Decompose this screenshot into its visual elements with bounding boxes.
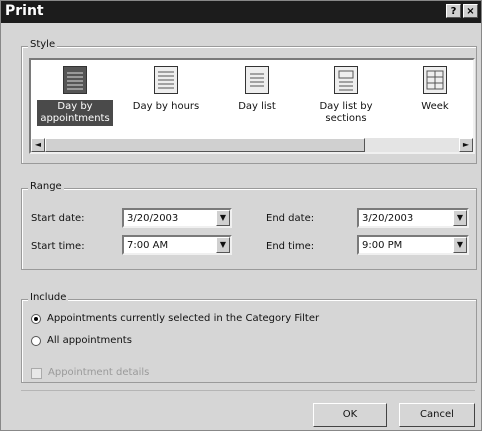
- scroll-thumb[interactable]: [45, 138, 365, 152]
- radio-button-icon[interactable]: [31, 314, 41, 324]
- style-item-day-list[interactable]: Day list: [227, 66, 287, 114]
- style-group-label: Style: [28, 39, 58, 50]
- chevron-down-icon[interactable]: ▼: [453, 237, 467, 253]
- range-group: Range: [21, 181, 477, 270]
- appointment-details-label: Appointment details: [48, 367, 150, 378]
- style-item-label: Day list by sections: [319, 101, 373, 124]
- end-date-label: End date:: [266, 213, 315, 224]
- range-group-label: Range: [28, 181, 64, 192]
- chevron-down-icon[interactable]: ▼: [216, 237, 230, 253]
- cancel-button[interactable]: Cancel: [399, 403, 475, 427]
- title-bar[interactable]: Print ? ×: [1, 1, 481, 23]
- ok-button[interactable]: OK: [313, 403, 387, 427]
- include-group-label: Include: [28, 292, 69, 303]
- week-icon: [423, 66, 447, 94]
- start-date-field[interactable]: 3/20/2003 ▼: [122, 208, 232, 228]
- style-list[interactable]: Day by appointments Day by hours Day lis…: [29, 58, 475, 154]
- end-time-field[interactable]: 9:00 PM ▼: [357, 235, 469, 255]
- style-scrollbar[interactable]: ◄ ►: [31, 138, 473, 152]
- style-item-week[interactable]: Week: [407, 66, 463, 114]
- close-button[interactable]: ×: [463, 4, 478, 18]
- radio-button-icon[interactable]: [31, 336, 41, 346]
- end-time-value: 9:00 PM: [362, 240, 403, 251]
- day-by-appointments-icon: [63, 66, 87, 94]
- style-item-label: Day list: [238, 101, 276, 112]
- start-time-label: Start time:: [31, 241, 85, 252]
- radio-label: All appointments: [47, 335, 132, 346]
- style-item-label: Week: [421, 101, 449, 112]
- style-item-day-by-appointments[interactable]: Day by appointments: [37, 66, 113, 126]
- start-time-field[interactable]: 7:00 AM ▼: [122, 235, 232, 255]
- chevron-down-icon[interactable]: ▼: [453, 210, 467, 226]
- end-date-field[interactable]: 3/20/2003 ▼: [357, 208, 469, 228]
- start-date-value: 3/20/2003: [127, 213, 179, 224]
- end-date-value: 3/20/2003: [362, 213, 414, 224]
- appointment-details-checkbox: [31, 368, 42, 379]
- scroll-right-button[interactable]: ►: [459, 138, 473, 152]
- radio-label: Appointments currently selected in the C…: [47, 313, 320, 324]
- day-list-by-sections-icon: [334, 66, 358, 94]
- start-date-label: Start date:: [31, 213, 85, 224]
- print-dialog: Print ? × Style Day by appointments Day …: [0, 0, 482, 431]
- end-time-label: End time:: [266, 241, 315, 252]
- scroll-left-button[interactable]: ◄: [31, 138, 45, 152]
- divider: [21, 390, 475, 391]
- style-item-label: Day by appointments: [37, 100, 113, 126]
- chevron-down-icon[interactable]: ▼: [216, 210, 230, 226]
- style-item-label: Day by hours: [132, 101, 200, 112]
- day-list-icon: [245, 66, 269, 94]
- style-item-day-list-by-sections[interactable]: Day list by sections: [303, 66, 389, 126]
- day-by-hours-icon: [154, 66, 178, 94]
- start-time-value: 7:00 AM: [127, 240, 169, 251]
- help-button[interactable]: ?: [446, 4, 461, 18]
- style-item-day-by-hours[interactable]: Day by hours: [126, 66, 206, 114]
- dialog-title: Print: [5, 3, 44, 19]
